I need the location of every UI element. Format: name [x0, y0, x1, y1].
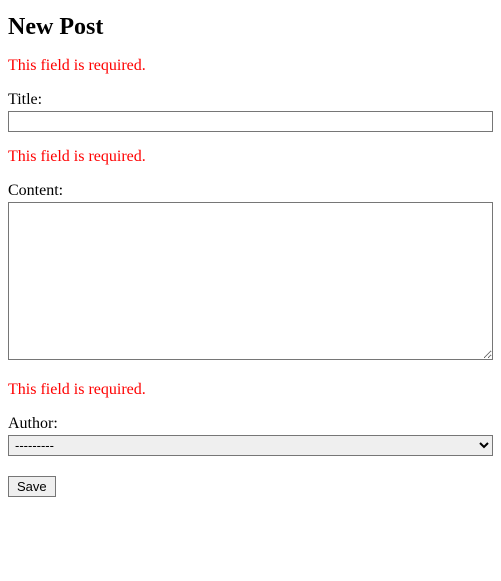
content-textarea[interactable]: [8, 202, 493, 360]
author-label: Author:: [8, 415, 493, 433]
title-label: Title:: [8, 91, 493, 109]
error-message: This field is required.: [8, 381, 493, 399]
title-input[interactable]: [8, 111, 493, 132]
error-list-title: This field is required.: [8, 57, 493, 75]
content-label: Content:: [8, 182, 493, 200]
page-title: New Post: [8, 14, 493, 41]
error-list-content: This field is required.: [8, 148, 493, 166]
error-message: This field is required.: [8, 148, 493, 166]
error-list-author: This field is required.: [8, 381, 493, 399]
author-select[interactable]: ---------: [8, 435, 493, 456]
error-message: This field is required.: [8, 57, 493, 75]
save-button[interactable]: Save: [8, 476, 56, 497]
